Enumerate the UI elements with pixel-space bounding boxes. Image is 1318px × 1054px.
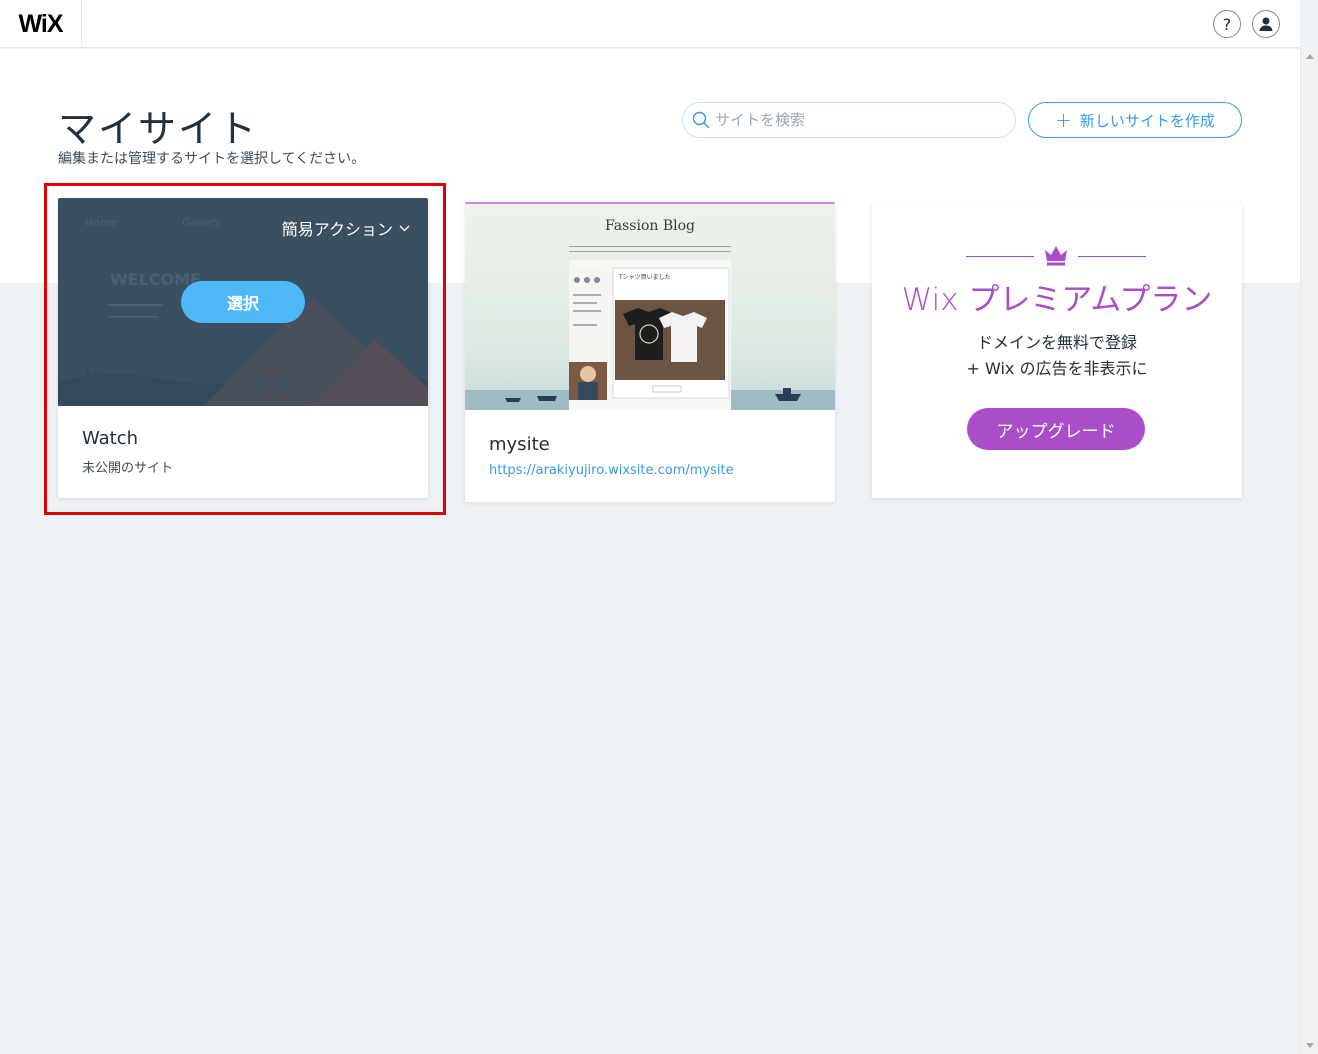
plus-icon: + bbox=[1055, 108, 1072, 132]
chevron-down-icon bbox=[399, 225, 410, 231]
site-card-watch[interactable]: Home Gallery WELCOME 簡易アクション 選択 Watch 未公… bbox=[58, 198, 428, 498]
upgrade-button[interactable]: アップグレード bbox=[967, 408, 1145, 450]
site-thumbnail[interactable]: Fassion Blog Tシャツ買いました bbox=[465, 202, 835, 410]
site-name: Watch bbox=[82, 428, 139, 449]
crown-icon bbox=[1045, 246, 1067, 266]
thumb-nav-gallery: Gallery bbox=[182, 216, 222, 229]
thumbnail-image bbox=[465, 204, 835, 410]
site-name: mysite bbox=[489, 434, 550, 455]
crown-divider bbox=[966, 242, 1146, 268]
premium-description: ドメインを無料で登録 + Wix の広告を非表示に bbox=[872, 330, 1242, 382]
thumb-nav-home: Home bbox=[85, 216, 118, 229]
scroll-up-icon[interactable] bbox=[1306, 54, 1314, 59]
quick-actions-label: 簡易アクション bbox=[281, 220, 393, 239]
help-glyph: ? bbox=[1222, 14, 1232, 34]
search-input[interactable] bbox=[715, 111, 995, 129]
thumb-blog-title: Fassion Blog bbox=[604, 218, 695, 234]
account-icon[interactable] bbox=[1252, 10, 1280, 38]
quick-actions-dropdown[interactable]: 簡易アクション bbox=[282, 216, 410, 240]
premium-title: Wix プレミアムプラン bbox=[901, 282, 1213, 318]
page-title: マイサイト bbox=[58, 107, 259, 151]
thumb-post-title: Tシャツ買いました bbox=[619, 274, 671, 281]
premium-desc-line1: ドメインを無料で登録 bbox=[976, 333, 1137, 352]
site-thumbnail[interactable]: Home Gallery WELCOME 簡易アクション 選択 bbox=[58, 198, 428, 406]
wix-logo[interactable]: WiX bbox=[0, 0, 82, 48]
site-status: 未公開のサイト bbox=[82, 461, 174, 476]
site-url-link[interactable]: https://arakiyujiro.wixsite.com/mysite bbox=[489, 463, 734, 478]
site-card-mysite[interactable]: Fassion Blog Tシャツ買いました mysite https://ar… bbox=[465, 202, 835, 502]
create-site-label: 新しいサイトを作成 bbox=[1079, 111, 1215, 130]
help-icon[interactable]: ? bbox=[1213, 10, 1241, 38]
top-bar: WiX ? bbox=[0, 0, 1300, 48]
select-button[interactable]: 選択 bbox=[181, 281, 305, 323]
divider-line bbox=[1078, 256, 1146, 257]
divider-line bbox=[966, 256, 1034, 257]
scrollbar[interactable] bbox=[1300, 48, 1318, 1054]
create-site-button[interactable]: + 新しいサイトを作成 bbox=[1028, 102, 1242, 138]
scroll-down-icon[interactable] bbox=[1306, 1043, 1314, 1048]
page-subtitle: 編集または管理するサイトを選択してください。 bbox=[58, 151, 366, 167]
premium-plan-card: Wix プレミアムプラン ドメインを無料で登録 + Wix の広告を非表示に ア… bbox=[872, 202, 1242, 498]
user-icon bbox=[1259, 17, 1273, 31]
search-box[interactable] bbox=[682, 102, 1016, 138]
search-icon bbox=[692, 111, 710, 129]
premium-desc-line2: + Wix の広告を非表示に bbox=[966, 359, 1148, 378]
